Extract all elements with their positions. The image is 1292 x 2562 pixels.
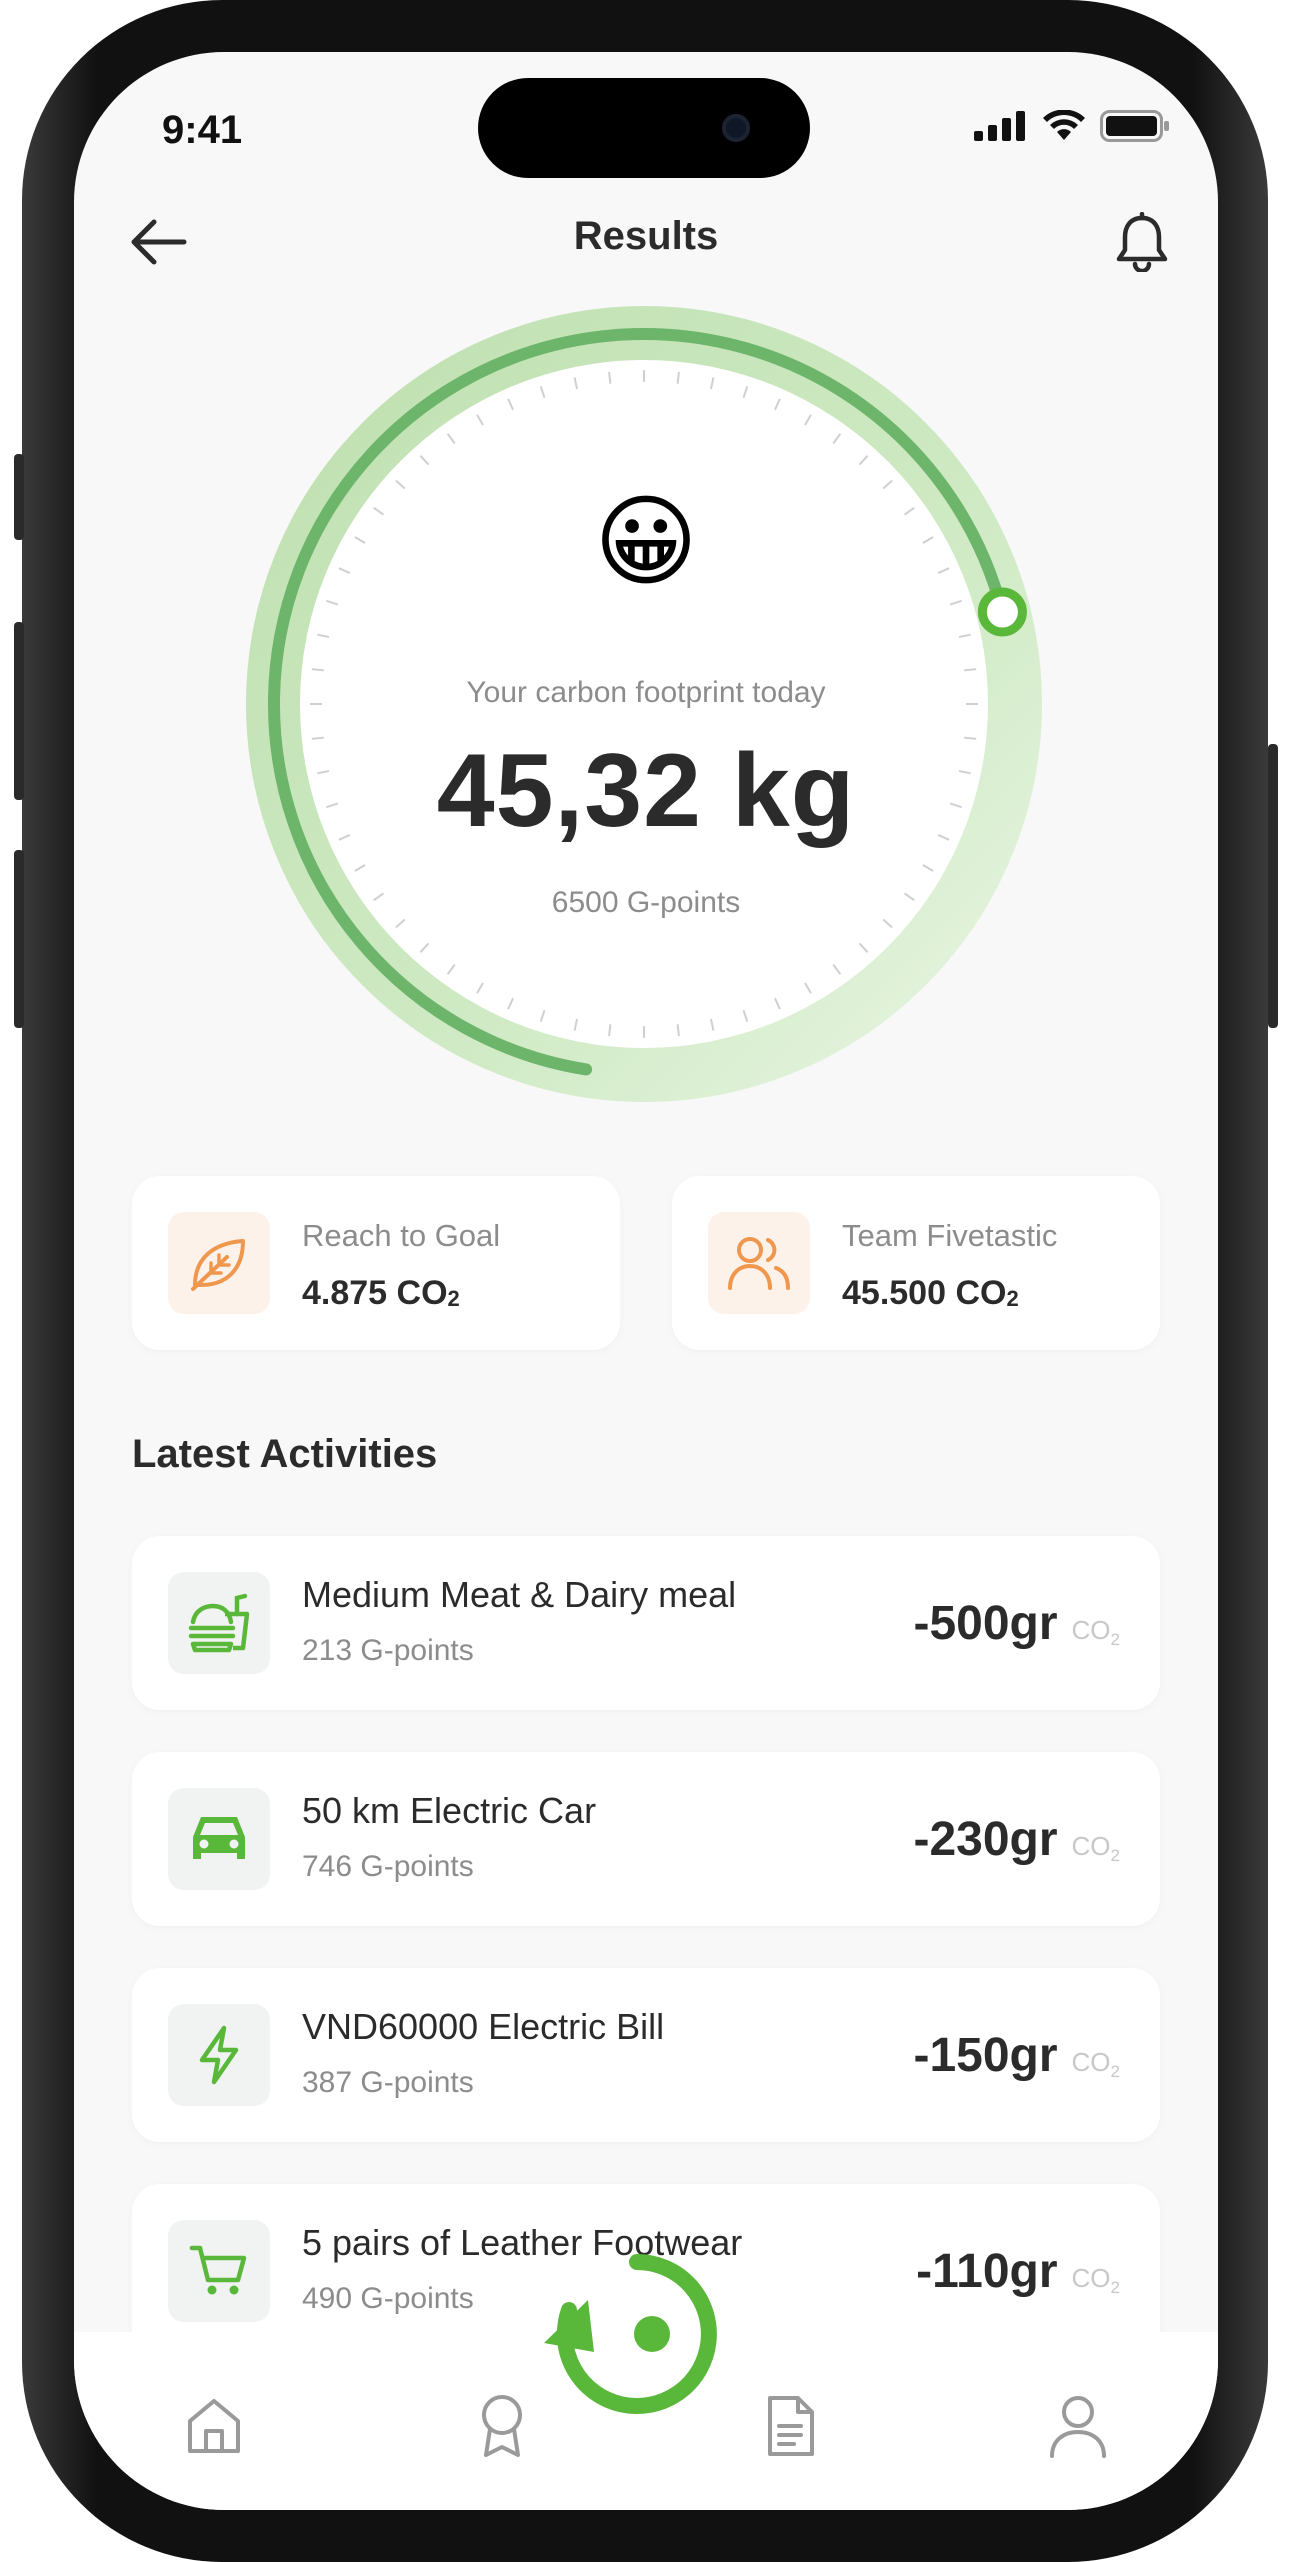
carbon-footprint-value: 45,32 kg — [436, 733, 856, 849]
notifications-button[interactable] — [1102, 202, 1182, 282]
activity-unit: CO2 — [1072, 2263, 1120, 2298]
stat-value: 4.875 CO2 — [302, 1274, 460, 1313]
activity-item[interactable]: 50 km Electric Car 746 G-points -230gr CO… — [132, 1752, 1160, 1926]
activity-unit: CO2 — [1072, 1615, 1120, 1650]
stat-card-team[interactable]: Team Fivetastic 45.500 CO2 — [672, 1176, 1160, 1350]
activity-amount-value: -110gr — [916, 2245, 1058, 2298]
gauge-tick — [676, 371, 680, 384]
stat-value-subscript: 2 — [1006, 1286, 1019, 1311]
tab-home[interactable] — [174, 2386, 254, 2466]
activity-amount: -230gr CO2 — [913, 1812, 1120, 1867]
leaf-icon — [191, 1239, 245, 1291]
stat-icon-box — [708, 1212, 810, 1314]
status-time: 9:41 — [162, 108, 243, 152]
activity-points: 746 G-points — [302, 1850, 474, 1883]
page-title: Results — [573, 214, 719, 258]
section-title-latest-activities: Latest Activities — [132, 1432, 438, 1476]
meal-icon — [188, 1593, 250, 1653]
home-icon — [188, 2399, 240, 2453]
activity-title: Medium Meat & Dairy meal — [302, 1574, 737, 1615]
car-icon — [193, 1817, 245, 1859]
activity-unit-subscript: 2 — [1110, 2062, 1120, 2082]
mute-switch — [14, 454, 24, 540]
stat-value: 45.500 CO2 — [842, 1274, 1019, 1313]
volume-down-button — [14, 850, 24, 1028]
tab-profile[interactable] — [1038, 2386, 1118, 2466]
wifi-icon — [1043, 110, 1085, 140]
stat-value-text: 45.500 CO — [842, 1274, 1007, 1312]
activity-unit: CO2 — [1072, 2047, 1120, 2082]
mood-emoji: 😀 — [593, 486, 699, 598]
lightning-icon — [199, 2025, 239, 2085]
stat-value-subscript: 2 — [447, 1286, 460, 1311]
activity-icon-box — [168, 2004, 270, 2106]
activity-title: 50 km Electric Car — [302, 1790, 597, 1831]
activity-unit-subscript: 2 — [1110, 2278, 1120, 2298]
tab-documents[interactable] — [750, 2386, 830, 2466]
activity-amount-value: -230gr — [913, 1813, 1058, 1866]
activity-unit-subscript: 2 — [1110, 1630, 1120, 1650]
status-icons — [974, 110, 1170, 142]
profile-icon — [1050, 2396, 1106, 2458]
gauge-label: Your carbon footprint today — [466, 676, 826, 709]
refresh-center-dot — [634, 2316, 670, 2352]
activity-unit-text: CO — [1071, 1615, 1111, 1645]
dynamic-island — [478, 78, 810, 178]
users-icon — [728, 1237, 790, 1290]
activity-points: 213 G-points — [302, 1634, 474, 1667]
bell-icon — [1116, 212, 1168, 272]
app-screen: 9:41 Results 😀 Your carbon footprint tod… — [74, 52, 1218, 2510]
award-icon — [482, 2395, 522, 2457]
stat-label: Reach to Goal — [302, 1218, 501, 1253]
activity-item[interactable]: VND60000 Electric Bill 387 G-points -150… — [132, 1968, 1160, 2142]
activity-icon-box — [168, 2220, 270, 2322]
activity-unit: CO2 — [1072, 1831, 1120, 1866]
activity-points: 490 G-points — [302, 2282, 474, 2315]
activity-amount: -110gr CO2 — [916, 2244, 1120, 2299]
activity-unit-subscript: 2 — [1110, 1846, 1120, 1866]
gauge-tick — [608, 1024, 612, 1037]
power-button — [1268, 744, 1278, 1028]
activity-amount-value: -500gr — [913, 1597, 1058, 1650]
activity-item[interactable]: Medium Meat & Dairy meal 213 G-points -5… — [132, 1536, 1160, 1710]
stat-label: Team Fivetastic — [842, 1218, 1058, 1253]
activity-icon-box — [168, 1572, 270, 1674]
cart-icon — [189, 2245, 247, 2295]
activity-amount: -500gr CO2 — [913, 1596, 1120, 1651]
camera-icon — [722, 114, 750, 142]
activity-unit-text: CO — [1071, 2047, 1111, 2077]
activity-points: 387 G-points — [302, 2066, 474, 2099]
stat-icon-box — [168, 1212, 270, 1314]
activity-amount-value: -150gr — [913, 2029, 1058, 2082]
tab-rewards[interactable] — [462, 2386, 542, 2466]
battery-icon — [1100, 110, 1169, 142]
activity-unit-text: CO — [1071, 1831, 1111, 1861]
activity-title: VND60000 Electric Bill — [302, 2006, 665, 2047]
document-icon — [768, 2396, 814, 2456]
activity-icon-box — [168, 1788, 270, 1890]
gauge-tick — [311, 668, 324, 672]
activity-amount: -150gr CO2 — [913, 2028, 1120, 2083]
gauge-tick — [964, 668, 977, 672]
stat-value-text: 4.875 CO — [302, 1274, 448, 1312]
stat-card-goal[interactable]: Reach to Goal 4.875 CO2 — [132, 1176, 620, 1350]
volume-up-button — [14, 622, 24, 800]
gauge-knob[interactable] — [977, 587, 1027, 637]
refresh-fab[interactable] — [542, 2240, 732, 2430]
activity-unit-text: CO — [1071, 2263, 1111, 2293]
gauge-tick — [676, 1024, 680, 1037]
gauge-tick — [608, 371, 612, 384]
signal-icon — [974, 111, 1025, 141]
g-points-total: 6500 G-points — [551, 886, 741, 919]
